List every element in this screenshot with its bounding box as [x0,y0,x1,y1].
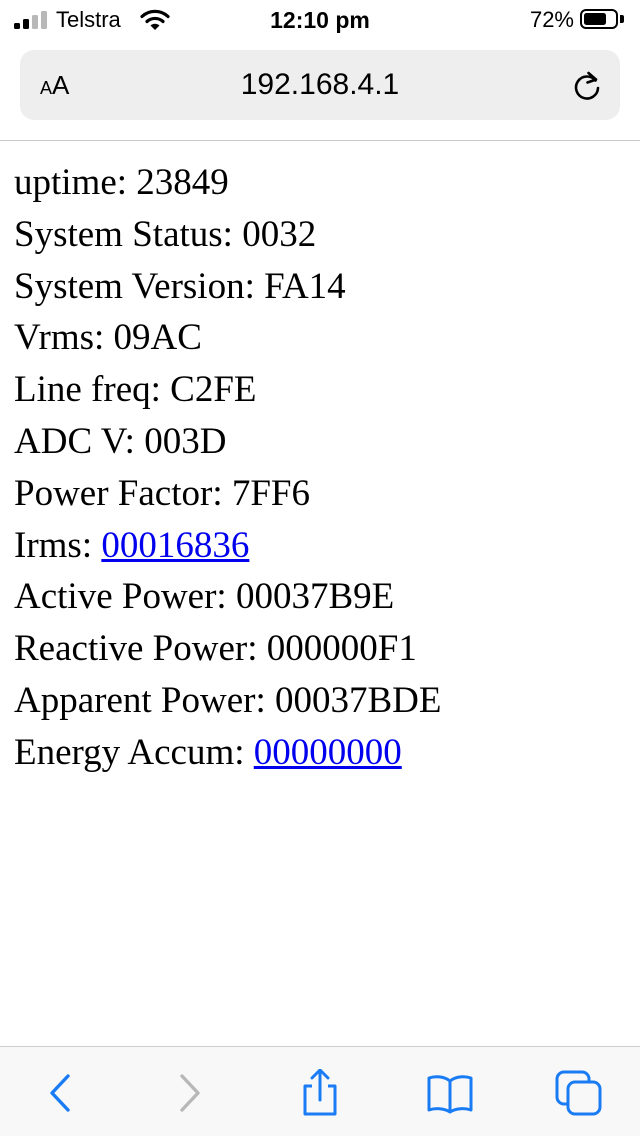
wifi-icon [140,9,170,30]
reading-label: Irms: [14,524,102,566]
reading-label: Apparent Power: [14,679,275,721]
reading-value: 000000F1 [266,628,417,670]
browser-toolbar [0,1046,640,1136]
page-content: uptime: 23849 System Status: 0032 System V… [14,157,624,779]
reading-line: Irms: 00016836 [14,520,624,572]
text-size-button[interactable]: AA [40,70,69,101]
reading-value: 09AC [113,317,202,359]
back-button[interactable] [34,1069,86,1117]
reading-label: Power Factor: [14,472,232,514]
bookmarks-icon [427,1075,473,1114]
cellular-signal-icon [14,11,48,29]
reading-line: Reactive Power: 000000F1 [14,623,624,675]
reading-label: ADC V: [14,420,145,462]
reading-value: 00037B9E [235,576,395,618]
share-icon [303,1068,337,1116]
reading-line: Line freq: C2FE [14,364,624,416]
reading-line: Apparent Power: 00037BDE [14,675,624,727]
share-button[interactable] [294,1068,346,1117]
reading-value: 00037BDE [275,679,442,721]
toolbar-divider [0,140,640,141]
reading-line: System Version: FA14 [14,261,624,313]
address-bar[interactable]: AA 192.168.4.1 [20,50,620,120]
forward-button[interactable] [164,1069,216,1117]
reading-value: 23849 [136,162,229,203]
reading-label: Energy Accum: [14,731,254,773]
reading-value: C2FE [170,369,257,411]
reading-label: uptime: [14,162,137,203]
reading-line: Power Factor: 7FF6 [14,468,624,520]
reading-label: Line freq: [14,369,171,411]
reading-line: Vrms: 09AC [14,312,624,364]
reading-value: 0032 [242,213,317,255]
reading-value: FA14 [264,265,346,307]
carrier-name: Telstra [56,7,121,32]
battery-icon [580,9,626,31]
reading-value-link[interactable]: 00000000 [254,732,402,773]
tabs-button[interactable] [554,1069,606,1117]
forward-icon [180,1074,200,1112]
reading-label: Active Power: [14,576,236,618]
reading-line: System Status: 0032 [14,209,624,261]
reading-line: Energy Accum: 00000000 [14,727,624,779]
tabs-icon [555,1070,602,1116]
back-icon [50,1074,70,1112]
reading-value: 7FF6 [231,472,311,514]
reading-line: uptime: 23849 [14,157,624,209]
reading-label: Reactive Power: [14,628,267,670]
reading-label: System Version: [14,265,265,307]
reading-label: Vrms: [14,317,114,359]
bookmarks-button[interactable] [424,1069,476,1117]
reading-value-link[interactable]: 00016836 [101,525,249,566]
reload-icon[interactable] [570,68,604,104]
reading-value: 003D [144,420,227,462]
reading-label: System Status: [14,213,243,255]
url-text[interactable]: 192.168.4.1 [20,68,620,102]
reading-line: ADC V: 003D [14,416,624,468]
status-bar: Telstra 12:10 pm 72% [0,0,640,40]
battery-percentage: 72% [529,7,574,32]
reading-line: Active Power: 00037B9E [14,571,624,623]
